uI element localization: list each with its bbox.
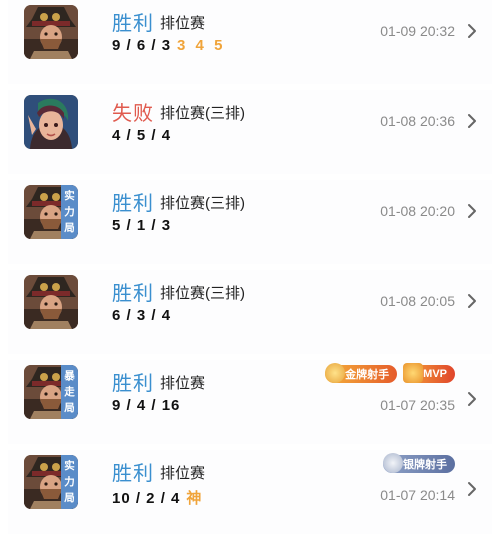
honor-badge: 银牌射手 xyxy=(383,453,455,473)
match-row-background xyxy=(8,0,492,84)
match-kda: 10 / 2 / 4 神 xyxy=(112,487,204,508)
match-result: 胜利 xyxy=(112,13,154,35)
gunslinger-hero-icon xyxy=(24,275,78,329)
mode-tag-char: 实 xyxy=(64,190,75,202)
match-result: 胜利 xyxy=(112,463,154,485)
mode-tag-char: 实 xyxy=(64,460,75,472)
gunslinger-hero-icon: 实力局 xyxy=(24,185,78,239)
kda-text: 10 / 2 / 4 xyxy=(112,490,181,507)
mode-tag-char: 局 xyxy=(64,402,75,414)
match-row[interactable]: 胜利 排位赛 9 / 6 / 3 3 4 5 01-09 20:32 xyxy=(0,0,500,87)
match-kda: 6 / 3 / 4 xyxy=(112,307,171,324)
match-row-background xyxy=(8,180,492,264)
chevron-right-icon[interactable] xyxy=(466,23,478,39)
chevron-right-icon[interactable] xyxy=(466,391,478,407)
match-time: 01-07 20:35 xyxy=(380,397,455,413)
honor-badges: 金牌射手 MVP xyxy=(325,363,455,383)
medal-icon xyxy=(325,363,346,383)
mode-tag-char: 局 xyxy=(64,492,75,504)
match-mode: 排位赛(三排) xyxy=(160,105,245,122)
match-mode: 排位赛(三排) xyxy=(160,195,245,212)
mode-tag-char: 力 xyxy=(64,206,75,218)
kda-text: 4 / 5 / 4 xyxy=(112,127,172,144)
mode-tag: 暴走局 xyxy=(61,365,78,419)
kda-text: 9 / 4 / 16 xyxy=(112,397,181,414)
honor-badge-label: 金牌射手 xyxy=(345,369,390,381)
match-time: 01-08 20:05 xyxy=(380,293,455,309)
honor-badges: 银牌射手 xyxy=(383,453,455,473)
match-kda: 9 / 6 / 3 3 4 5 xyxy=(112,37,225,54)
elf-archer-hero-icon xyxy=(24,95,78,149)
match-kda: 9 / 4 / 16 xyxy=(112,397,180,414)
match-mode: 排位赛(三排) xyxy=(160,285,245,302)
match-kda: 4 / 5 / 4 xyxy=(112,127,171,144)
match-row-background xyxy=(8,270,492,354)
mode-tag-char: 局 xyxy=(64,222,75,234)
chevron-right-icon[interactable] xyxy=(466,293,478,309)
match-mode: 排位赛 xyxy=(160,15,206,32)
match-kda: 5 / 1 / 3 xyxy=(112,217,171,234)
match-result: 胜利 xyxy=(112,193,154,215)
kda-text: 6 / 3 / 4 xyxy=(112,307,172,324)
honor-badge-label: 银牌射手 xyxy=(403,459,447,471)
match-time: 01-08 20:36 xyxy=(380,113,455,129)
mode-tag: 实力局 xyxy=(61,185,78,239)
match-result: 胜利 xyxy=(112,373,154,395)
match-row-background xyxy=(8,90,492,174)
match-mode: 排位赛 xyxy=(160,375,206,392)
mode-tag-char: 暴 xyxy=(64,370,75,382)
gunslinger-hero-icon: 实力局 xyxy=(24,455,78,509)
match-row[interactable]: 暴走局 胜利 排位赛 9 / 4 / 16 金牌射手 MVP 01-07 20:35 xyxy=(0,357,500,447)
honor-badge: 金牌射手 xyxy=(325,363,398,383)
honor-badge: MVP xyxy=(403,363,455,383)
chevron-right-icon[interactable] xyxy=(466,481,478,497)
kda-text: 9 / 6 / 3 xyxy=(112,37,172,54)
chevron-right-icon[interactable] xyxy=(466,113,478,129)
match-row[interactable]: 失败 排位赛(三排) 4 / 5 / 4 01-08 20:36 xyxy=(0,87,500,177)
chevron-right-icon[interactable] xyxy=(466,203,478,219)
honor-badge-label: MVP xyxy=(423,368,447,380)
gunslinger-hero-icon: 暴走局 xyxy=(24,365,78,419)
match-time: 01-08 20:20 xyxy=(380,203,455,219)
match-mode: 排位赛 xyxy=(160,465,206,482)
medal-icon xyxy=(383,453,403,473)
trophy-icon xyxy=(403,363,424,383)
gunslinger-hero-icon xyxy=(24,5,78,59)
mode-tag-char: 力 xyxy=(64,476,75,488)
match-row[interactable]: 实力局 胜利 排位赛 10 / 2 / 4 神 银牌射手 01-07 20:14 xyxy=(0,447,500,537)
mode-tag-char: 走 xyxy=(64,386,75,398)
match-time: 01-09 20:32 xyxy=(380,23,455,39)
match-result: 失败 xyxy=(112,103,154,125)
multikill-indicator: 3 4 5 xyxy=(177,37,226,54)
mode-tag: 实力局 xyxy=(61,455,78,509)
multikill-indicator: 神 xyxy=(186,490,205,507)
match-time: 01-07 20:14 xyxy=(380,487,455,503)
match-row[interactable]: 胜利 排位赛(三排) 6 / 3 / 4 01-08 20:05 xyxy=(0,267,500,357)
kda-text: 5 / 1 / 3 xyxy=(112,217,172,234)
match-result: 胜利 xyxy=(112,283,154,305)
match-row[interactable]: 实力局 胜利 排位赛(三排) 5 / 1 / 3 01-08 20:20 xyxy=(0,177,500,267)
